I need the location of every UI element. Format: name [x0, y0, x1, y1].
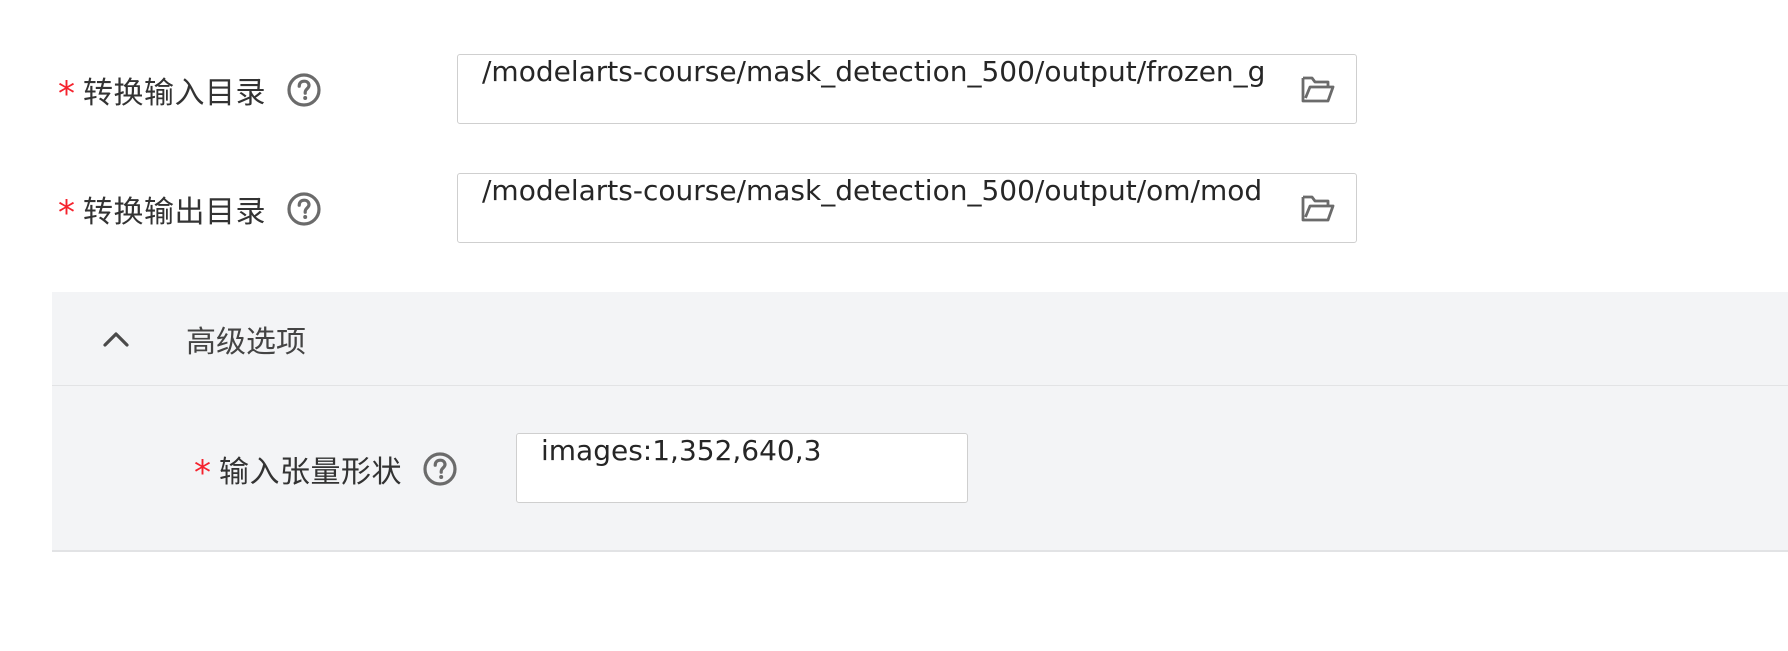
- folder-open-icon[interactable]: [1286, 174, 1350, 242]
- help-circle-icon[interactable]: [286, 72, 322, 108]
- form-row-output-dir: * 转换输出目录 /modelarts-course/mask_detectio…: [0, 173, 1400, 245]
- required-mark: *: [58, 74, 75, 114]
- help-circle-icon[interactable]: [286, 191, 322, 227]
- chevron-up-icon[interactable]: [96, 319, 136, 359]
- advanced-options-toggle[interactable]: 高级选项: [52, 292, 1788, 386]
- input-dir-label: 转换输入目录: [83, 76, 266, 111]
- output-dir-field[interactable]: /modelarts-course/mask_detection_500/out…: [457, 173, 1357, 243]
- input-dir-label-group: * 转换输入目录: [58, 54, 322, 126]
- output-dir-label-group: * 转换输出目录: [58, 173, 322, 245]
- advanced-options-section: 高级选项 * 输入张量形状 images:1,352,640,3: [52, 292, 1788, 552]
- help-circle-icon[interactable]: [422, 451, 458, 487]
- tensor-shape-label-group: * 输入张量形状: [194, 433, 458, 505]
- form-row-tensor-shape: * 输入张量形状 images:1,352,640,3: [52, 433, 1052, 505]
- tensor-shape-field[interactable]: images:1,352,640,3: [516, 433, 968, 503]
- form-row-input-dir: * 转换输入目录 /modelarts-course/mask_detectio…: [0, 54, 1400, 126]
- tensor-shape-value[interactable]: images:1,352,640,3: [517, 434, 967, 502]
- required-mark: *: [58, 193, 75, 233]
- tensor-shape-label: 输入张量形状: [219, 455, 402, 490]
- advanced-options-title: 高级选项: [186, 324, 306, 360]
- output-dir-label: 转换输出目录: [83, 195, 266, 230]
- input-dir-value[interactable]: /modelarts-course/mask_detection_500/out…: [458, 55, 1286, 123]
- input-dir-field[interactable]: /modelarts-course/mask_detection_500/out…: [457, 54, 1357, 124]
- model-conversion-form: * 转换输入目录 /modelarts-course/mask_detectio…: [0, 0, 1788, 651]
- required-mark: *: [194, 453, 211, 493]
- folder-open-icon[interactable]: [1286, 55, 1350, 123]
- output-dir-value[interactable]: /modelarts-course/mask_detection_500/out…: [458, 174, 1286, 242]
